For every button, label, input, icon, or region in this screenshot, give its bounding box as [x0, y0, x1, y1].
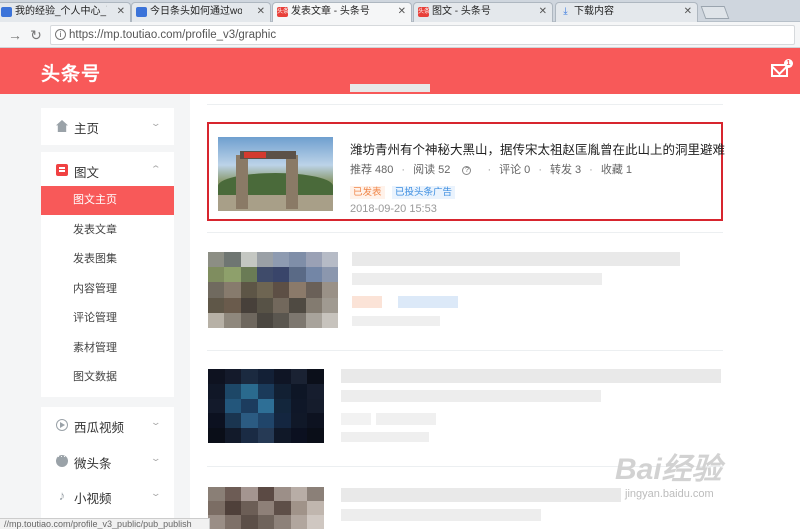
browser-status-bar: //mp.toutiao.com/profile_v3_public/pub_p…: [0, 518, 210, 529]
sidebar-graphic-card: 图文 ⌃ 图文主页 发表文章 发表图集 内容管理 评论管理 素材管理 图文数据: [41, 152, 174, 397]
divider: [207, 232, 723, 233]
sidebar-sub-content-manage[interactable]: 内容管理: [41, 275, 174, 304]
article-badges: 已发表 已投头条广告: [350, 182, 458, 200]
chevron-down-icon: ⌄: [150, 453, 162, 463]
favorite-count: 收藏 1: [600, 164, 633, 176]
blurred-badge: [376, 413, 436, 425]
music-note-icon: ♪: [58, 488, 66, 503]
tab-baidu-jingyan[interactable]: 我的经验_个人中心_百度经验 ✕: [0, 2, 131, 22]
close-icon[interactable]: ✕: [398, 3, 406, 21]
chevron-up-icon: ⌃: [150, 164, 162, 174]
blurred-stats: [352, 273, 602, 285]
blurred-title: [352, 252, 680, 266]
close-icon[interactable]: ✕: [539, 3, 547, 21]
blurred-text: [350, 84, 430, 92]
blurred-badge: [341, 413, 371, 425]
sidebar-sub-publish-article[interactable]: 发表文章: [41, 216, 174, 245]
home-icon: [56, 120, 68, 132]
toutiao-favicon-icon: 头条: [277, 7, 290, 17]
article-thumbnail[interactable]: [218, 137, 333, 211]
notification-badge: 1: [784, 59, 793, 68]
blurred-badge: [352, 296, 382, 308]
reload-icon[interactable]: ↻: [27, 26, 45, 44]
blurred-stats: [341, 390, 601, 402]
sidebar-other-card: 西瓜视频 ⌄ 微头条 ⌄ ♪ 小视频 ⌄: [41, 407, 174, 529]
sidebar-item-weitoutiao[interactable]: 微头条 ⌄: [41, 443, 174, 479]
share-count: 转发 3: [549, 164, 582, 176]
sidebar-item-xigua[interactable]: 西瓜视频 ⌄: [41, 407, 174, 443]
blurred-date: [341, 432, 429, 442]
info-icon[interactable]: i: [55, 29, 66, 40]
chevron-down-icon: ⌄: [150, 118, 162, 128]
baidu-paw-icon: [136, 7, 147, 17]
chevron-down-icon: ⌄: [150, 488, 162, 498]
article-title[interactable]: 潍坊青州有个神秘大黑山，据传宋太祖赵匡胤曾在此山上的洞里避难: [350, 139, 725, 158]
blurred-stats: [341, 509, 541, 521]
close-icon[interactable]: ✕: [117, 3, 125, 21]
toutiao-favicon-icon: 头条: [418, 7, 431, 17]
sidebar-item-short-video[interactable]: ♪ 小视频 ⌄: [41, 478, 174, 514]
tab-publish-article[interactable]: 头条 发表文章 - 头条号 ✕: [272, 2, 412, 22]
download-icon: ⤓: [563, 6, 568, 17]
sidebar-item-home[interactable]: 主页 ⌄: [41, 108, 174, 144]
close-icon[interactable]: ✕: [257, 3, 265, 21]
toutiao-logo[interactable]: 头条号: [41, 59, 101, 86]
tab-baidu-search[interactable]: 今日条头如何通过word发… ✕: [131, 2, 271, 22]
sidebar-sub-publish-gallery[interactable]: 发表图集: [41, 245, 174, 274]
baidu-jingyan-watermark: Bai经验 jingyan.baidu.com: [615, 453, 722, 500]
sidebar-sub-material-manage[interactable]: 素材管理: [41, 334, 174, 363]
forward-icon[interactable]: →: [6, 26, 24, 44]
tab-graphic[interactable]: 头条 图文 - 头条号 ✕: [413, 2, 553, 22]
article-thumbnail-blurred[interactable]: [208, 369, 324, 443]
article-item-highlighted[interactable]: 潍坊青州有个神秘大黑山，据传宋太祖赵匡胤曾在此山上的洞里避难 推荐 480 · 阅读…: [207, 122, 725, 221]
status-badge-ad: 已投头条广告: [391, 186, 455, 199]
close-icon[interactable]: ✕: [684, 3, 692, 21]
article-date: 2018-09-20 15:53: [350, 203, 437, 215]
tab-downloads[interactable]: ⤓ 下载内容 ✕: [555, 2, 698, 22]
address-bar: → ↻ i https://mp.toutiao.com/profile_v3/…: [0, 22, 800, 48]
help-icon[interactable]: ?: [462, 166, 472, 175]
sidebar-sub-comment-manage[interactable]: 评论管理: [41, 304, 174, 333]
baidu-favicon-icon: [1, 7, 12, 17]
divider: [207, 350, 723, 351]
blurred-title: [341, 488, 621, 502]
divider: [207, 104, 723, 105]
article-thumbnail-blurred[interactable]: [208, 487, 324, 529]
article-thumbnail-blurred[interactable]: [208, 252, 338, 328]
comment-count: 评论 0: [499, 164, 531, 176]
graphic-icon: [56, 164, 68, 176]
blurred-date: [352, 316, 440, 326]
status-badge-published: 已发表: [350, 186, 385, 199]
article-stats: 推荐 480 · 阅读 52 ? · 评论 0 · 转发 3 · 收藏 1: [350, 164, 633, 176]
recommend-count: 推荐 480: [350, 164, 394, 176]
blurred-title: [341, 369, 721, 383]
sidebar-sub-graphic-data[interactable]: 图文数据: [41, 363, 174, 392]
sidebar-sub-graphic-home[interactable]: 图文主页: [41, 186, 174, 215]
browser-tab-strip: 我的经验_个人中心_百度经验 ✕ 今日条头如何通过word发… ✕ 头条 发表文…: [0, 0, 800, 22]
url-input[interactable]: i https://mp.toutiao.com/profile_v3/grap…: [50, 25, 795, 45]
sidebar-home-card: 主页 ⌄: [41, 108, 174, 145]
sidebar-item-graphic[interactable]: 图文 ⌃: [41, 152, 174, 188]
play-circle-icon: [56, 419, 68, 431]
new-tab-button[interactable]: [700, 6, 730, 19]
chevron-down-icon: ⌄: [150, 417, 162, 427]
blurred-badge: [398, 296, 458, 308]
chat-bubble-icon: [56, 451, 68, 467]
read-count: 阅读 52 ?: [413, 164, 479, 176]
